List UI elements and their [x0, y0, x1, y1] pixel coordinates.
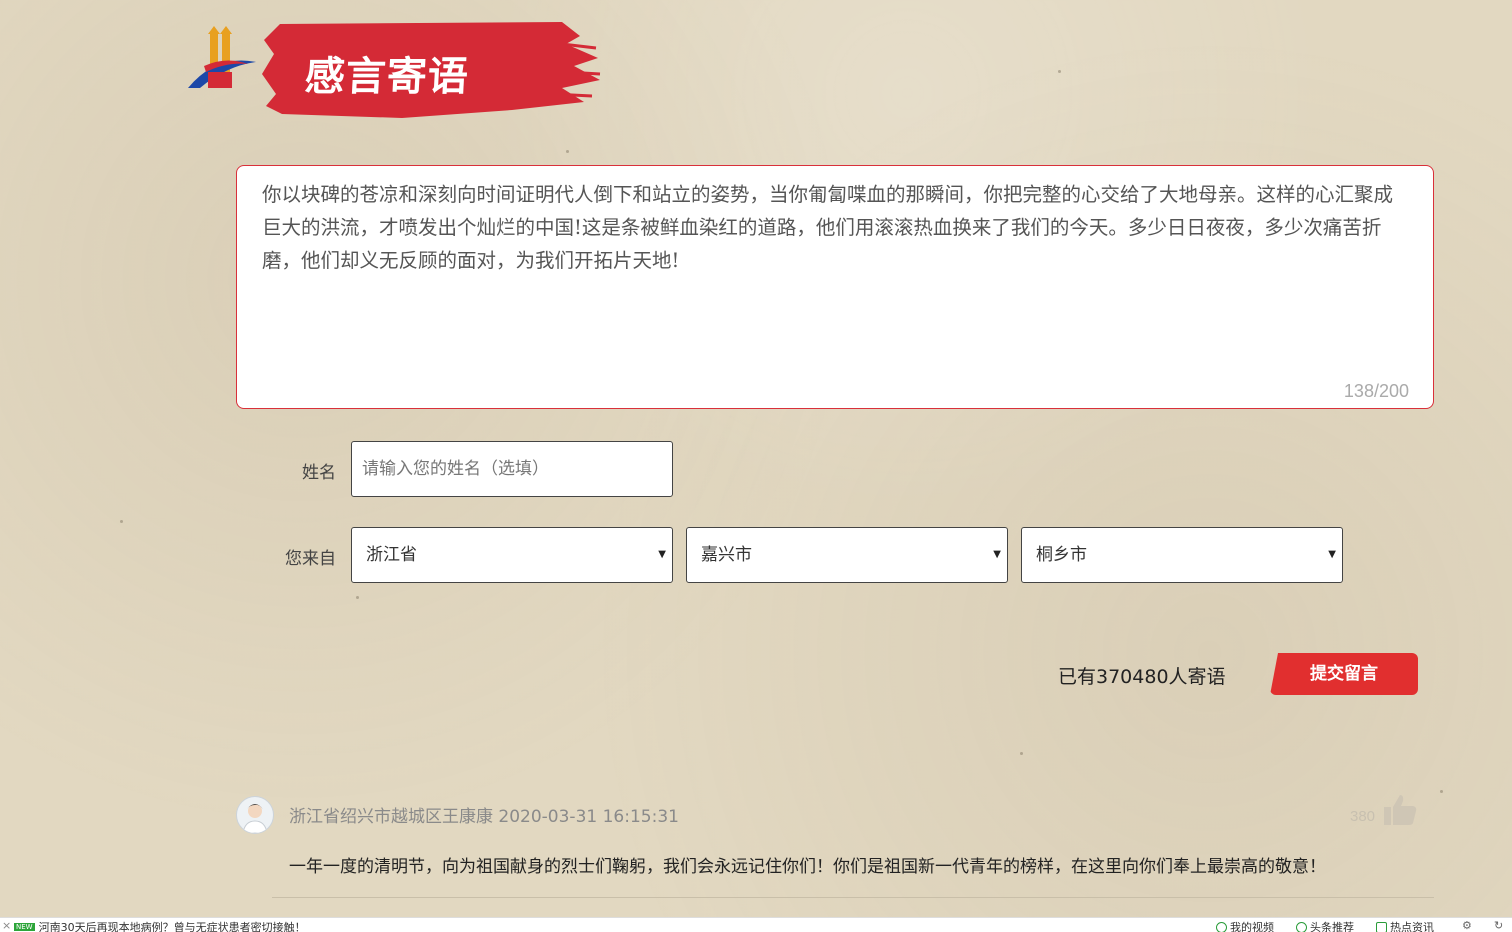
- province-value: 浙江省: [366, 545, 417, 565]
- province-select[interactable]: 浙江省 ▼: [351, 527, 673, 583]
- news-ticker-text: 河南30天后再现本地病例？曾与无症状患者密切接触！: [38, 921, 306, 932]
- new-badge: NEW: [14, 923, 35, 931]
- refresh-icon[interactable]: ↻: [1494, 919, 1503, 932]
- party-logo-icon: [188, 26, 256, 88]
- thumbs-up-icon[interactable]: [1382, 793, 1418, 829]
- participant-count: 已有370480人寄语: [1058, 666, 1226, 688]
- name-label: 姓名: [302, 463, 336, 483]
- comment-divider: [272, 897, 1434, 898]
- hot-news-link[interactable]: 热点资讯: [1376, 919, 1434, 932]
- message-text[interactable]: 你以块碑的苍凉和深刻向时间证明代人倒下和站立的姿势，当你匍匐喋血的那瞬间，你把完…: [262, 178, 1409, 277]
- paper-speck: [1440, 790, 1443, 793]
- location-label: 您来自: [285, 549, 336, 569]
- page-title: 感言寄语: [303, 54, 470, 100]
- county-select[interactable]: 桐乡市 ▼: [1021, 527, 1343, 583]
- close-icon[interactable]: ×: [2, 919, 11, 932]
- news-icon: [1376, 922, 1387, 932]
- comment-body: 一年一度的清明节，向为祖国献身的烈士们鞠躬，我们会永远记住你们！你们是祖国新一代…: [289, 857, 1326, 877]
- news-ticker[interactable]: NEW 河南30天后再现本地病例？曾与无症状患者密切接触！: [14, 919, 306, 932]
- headline-link[interactable]: 头条推荐: [1296, 919, 1354, 932]
- paper-speck: [356, 596, 359, 599]
- browser-status-bar: × NEW 河南30天后再现本地病例？曾与无症状患者密切接触！ 我的视频 头条推荐…: [0, 917, 1512, 932]
- comment-meta: 浙江省绍兴市越城区王康康 2020-03-31 16:15:31: [289, 807, 679, 827]
- name-input[interactable]: [351, 441, 673, 497]
- county-value: 桐乡市: [1036, 545, 1087, 565]
- paper-speck: [1058, 70, 1061, 73]
- city-select[interactable]: 嘉兴市 ▼: [686, 527, 1008, 583]
- submit-button[interactable]: 提交留言: [1270, 653, 1418, 695]
- my-videos-link[interactable]: 我的视频: [1216, 919, 1274, 932]
- paper-speck: [1020, 752, 1023, 755]
- video-icon: [1216, 922, 1227, 932]
- char-counter: 138/200: [1343, 381, 1409, 401]
- dropdown-arrow-icon: ▼: [658, 549, 666, 560]
- like-count: 380: [1350, 808, 1376, 825]
- settings-icon[interactable]: ⚙: [1462, 919, 1472, 932]
- paper-speck: [120, 520, 123, 523]
- city-value: 嘉兴市: [701, 545, 752, 565]
- user-avatar-icon: [242, 804, 268, 833]
- play-icon: [1296, 922, 1307, 932]
- dropdown-arrow-icon: ▼: [993, 549, 1001, 560]
- message-textarea[interactable]: 你以块碑的苍凉和深刻向时间证明代人倒下和站立的姿势，当你匍匐喋血的那瞬间，你把完…: [236, 165, 1434, 409]
- paper-speck: [566, 150, 569, 153]
- avatar: [236, 796, 274, 834]
- dropdown-arrow-icon: ▼: [1328, 549, 1336, 560]
